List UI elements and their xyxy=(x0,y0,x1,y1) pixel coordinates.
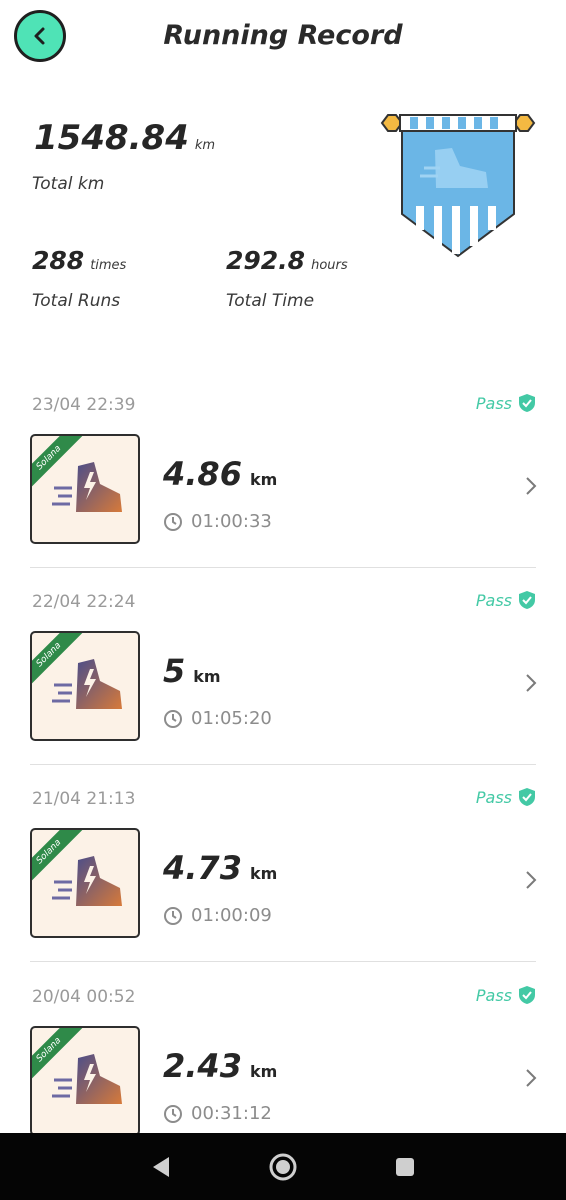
total-km-stat: 1548.84 km xyxy=(34,118,215,158)
total-km-label: Total km xyxy=(32,174,105,194)
distance-value: 4.86 xyxy=(163,455,242,493)
run-thumbnail: Solana xyxy=(30,1026,140,1136)
total-time-unit: hours xyxy=(311,258,348,273)
total-km-value: 1548.84 xyxy=(34,118,189,158)
distance-unit: km xyxy=(249,864,278,883)
record-date: 22/04 22:24 xyxy=(32,592,136,612)
distance-unit: km xyxy=(249,470,278,489)
clock-icon xyxy=(164,512,182,531)
total-time-label: Total Time xyxy=(226,291,315,311)
nav-home-icon xyxy=(269,1153,297,1181)
total-km-unit: km xyxy=(194,138,216,153)
run-thumbnail: Solana xyxy=(30,631,140,741)
divider xyxy=(30,961,536,962)
chevron-right-icon[interactable] xyxy=(524,672,538,694)
pass-check-icon xyxy=(519,788,535,806)
nav-back-icon xyxy=(153,1157,169,1177)
record-item[interactable]: 22/04 22:24 Pass Solana 5 km 01:05:20 xyxy=(0,568,566,765)
shoe-icon xyxy=(52,856,122,906)
shoe-icon xyxy=(52,462,122,512)
total-time-stat: 292.8 hours xyxy=(226,246,348,275)
chevron-right-icon[interactable] xyxy=(524,475,538,497)
pass-status: Pass xyxy=(476,787,536,807)
pass-label: Pass xyxy=(475,787,512,807)
pass-check-icon xyxy=(519,394,535,412)
run-thumbnail: Solana xyxy=(30,828,140,938)
record-item[interactable]: 20/04 00:52 Pass Solana 2.43 km 00:31:12 xyxy=(0,963,566,1160)
nav-recents-button[interactable] xyxy=(387,1149,423,1185)
total-runs-unit: times xyxy=(90,258,127,273)
pass-label: Pass xyxy=(475,393,512,413)
record-item[interactable]: 23/04 22:39 Pass Solana 4.86 km 01:00:33 xyxy=(0,371,566,568)
distance-value: 5 xyxy=(163,652,186,690)
record-date: 20/04 00:52 xyxy=(32,987,136,1007)
clock-icon xyxy=(164,1104,182,1123)
run-thumbnail: Solana xyxy=(30,434,140,544)
run-distance: 5 km xyxy=(163,652,221,690)
nav-recents-icon xyxy=(396,1158,414,1176)
run-distance: 4.86 km xyxy=(163,455,277,493)
page-title: Running Record xyxy=(163,20,403,51)
header: Running Record xyxy=(0,0,566,80)
system-nav-bar xyxy=(0,1133,566,1200)
distance-unit: km xyxy=(249,1062,278,1081)
pass-status: Pass xyxy=(476,590,536,610)
pass-label: Pass xyxy=(475,590,512,610)
run-distance: 4.73 km xyxy=(163,849,277,887)
duration-value: 01:05:20 xyxy=(191,708,272,729)
nav-back-button[interactable] xyxy=(143,1149,179,1185)
run-duration: 01:00:33 xyxy=(163,511,272,532)
clock-icon xyxy=(164,709,182,728)
distance-value: 2.43 xyxy=(163,1047,242,1085)
clock-icon xyxy=(164,906,182,925)
record-date: 21/04 21:13 xyxy=(32,789,136,809)
chevron-right-icon[interactable] xyxy=(524,1067,538,1089)
distance-value: 4.73 xyxy=(163,849,242,887)
pass-check-icon xyxy=(519,986,535,1004)
record-date: 23/04 22:39 xyxy=(32,395,136,415)
duration-value: 01:00:09 xyxy=(191,905,272,926)
chevron-right-icon[interactable] xyxy=(524,869,538,891)
total-time-value: 292.8 xyxy=(226,246,306,275)
shoe-icon xyxy=(52,1054,122,1104)
pennant-shoe-icon xyxy=(380,114,536,258)
run-duration: 00:31:12 xyxy=(163,1103,272,1124)
pass-status: Pass xyxy=(476,985,536,1005)
duration-value: 01:00:33 xyxy=(191,511,272,532)
total-runs-value: 288 xyxy=(32,246,85,275)
pass-check-icon xyxy=(519,591,535,609)
run-duration: 01:00:09 xyxy=(163,905,272,926)
total-runs-label: Total Runs xyxy=(32,291,121,311)
distance-unit: km xyxy=(193,667,221,686)
pass-label: Pass xyxy=(475,985,512,1005)
nav-home-button[interactable] xyxy=(265,1149,301,1185)
duration-value: 00:31:12 xyxy=(191,1103,272,1124)
total-runs-stat: 288 times xyxy=(32,246,126,275)
record-item[interactable]: 21/04 21:13 Pass Solana 4.73 km 01:00:09 xyxy=(0,765,566,962)
shoe-icon xyxy=(52,659,122,709)
pass-status: Pass xyxy=(476,393,536,413)
run-duration: 01:05:20 xyxy=(163,708,272,729)
run-distance: 2.43 km xyxy=(163,1047,277,1085)
